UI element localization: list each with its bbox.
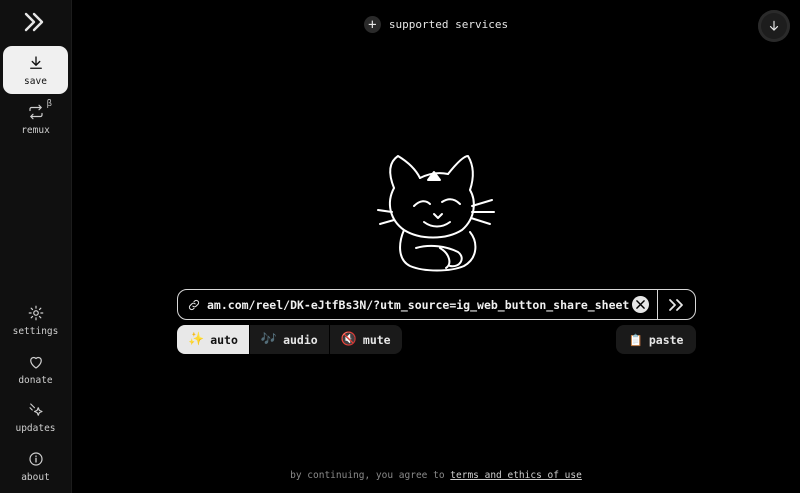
terms-link[interactable]: terms and ethics of use (450, 470, 582, 481)
paste-button[interactable]: 📋 paste (616, 325, 696, 354)
gear-icon (28, 305, 43, 320)
download-queue-button[interactable] (758, 10, 790, 42)
footer-text: by continuing, you agree to (290, 470, 445, 481)
close-icon (636, 300, 645, 309)
heart-icon (29, 356, 42, 369)
double-chevron-right-icon (668, 298, 683, 311)
mode-mute-button[interactable]: 🔇 mute (330, 325, 402, 354)
sidebar-item-remux[interactable]: β remux (3, 95, 68, 143)
sidebar: save β remux settings donate updates abo… (0, 0, 72, 493)
sidebar-item-label: updates (15, 422, 56, 434)
sparkle-icon (28, 402, 43, 416)
mode-label: auto (210, 332, 238, 347)
beta-badge: β (46, 99, 52, 109)
logo-icon[interactable] (14, 10, 54, 34)
supported-services-button[interactable]: + supported services (72, 16, 800, 33)
paste-label: paste (648, 332, 684, 347)
plus-icon: + (363, 16, 381, 33)
mode-label: mute (362, 332, 391, 347)
sidebar-item-save[interactable]: save (3, 46, 68, 94)
sidebar-item-about[interactable]: about (3, 442, 68, 490)
link-icon (188, 299, 200, 310)
url-input-box[interactable]: am.com/reel/DK-eJtfBs3N/?utm_source=ig_w… (177, 289, 696, 320)
sidebar-item-settings[interactable]: settings (3, 296, 68, 344)
clipboard-icon: 📋 (628, 332, 643, 347)
sidebar-item-label: donate (18, 374, 53, 386)
arrow-down-icon (769, 20, 779, 31)
mode-audio-button[interactable]: 🎶 audio (250, 325, 330, 354)
supported-services-label: supported services (388, 18, 509, 31)
muted-speaker-icon: 🔇 (340, 332, 357, 347)
info-icon (28, 451, 43, 466)
sidebar-item-label: save (24, 75, 47, 87)
terms-footer: by continuing, you agree to terms and et… (72, 470, 800, 481)
download-go-button[interactable] (657, 290, 695, 319)
sidebar-item-updates[interactable]: updates (3, 393, 68, 441)
clear-input-button[interactable] (632, 296, 649, 313)
mode-auto-button[interactable]: ✨ auto (177, 325, 250, 354)
sidebar-item-donate[interactable]: donate (3, 345, 68, 393)
sparkles-icon: ✨ (188, 332, 205, 347)
sidebar-item-label: remux (21, 124, 50, 136)
sidebar-item-label: about (21, 471, 50, 483)
mode-label: audio (283, 332, 318, 347)
download-icon (29, 55, 42, 69)
main-area: + supported services am.com/reel/DK-eJtf… (72, 0, 800, 493)
cat-mascot-icon (377, 155, 495, 272)
url-input[interactable]: am.com/reel/DK-eJtfBs3N/?utm_source=ig_w… (207, 298, 632, 312)
download-mode-switcher: ✨ auto 🎶 audio 🔇 mute (177, 325, 402, 354)
music-notes-icon: 🎶 (260, 332, 278, 347)
sidebar-item-label: settings (12, 325, 59, 337)
remux-icon (28, 104, 43, 119)
